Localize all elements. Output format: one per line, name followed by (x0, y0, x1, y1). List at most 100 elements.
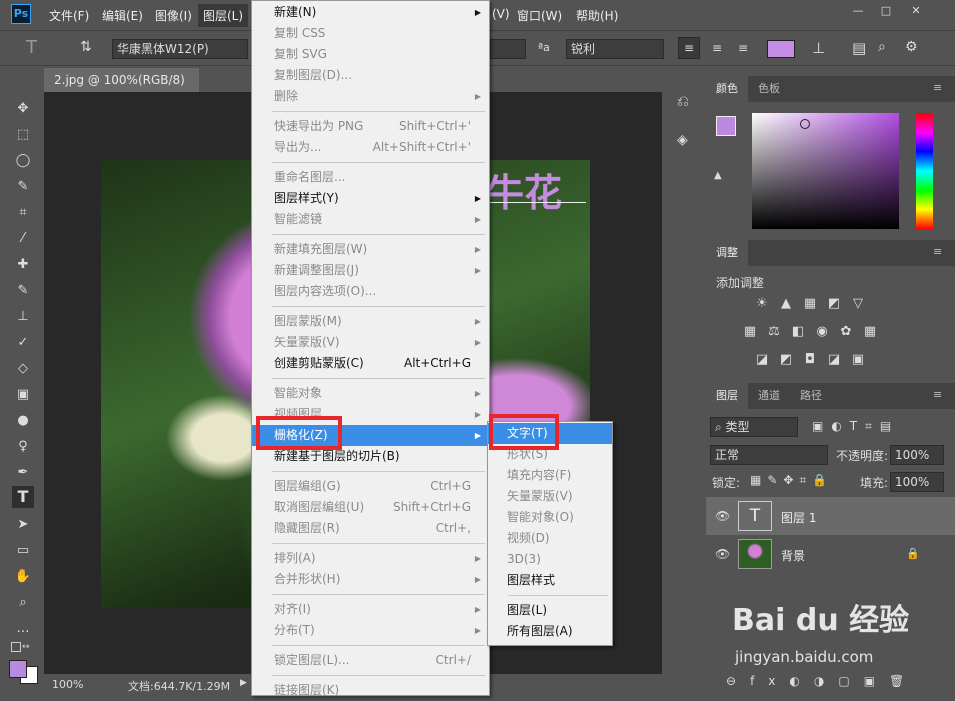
layers-footer-icon[interactable]: ◐ (789, 674, 813, 688)
blur-tool-icon[interactable]: ● (12, 410, 34, 432)
layer-name[interactable]: 背景 (781, 547, 805, 564)
menu-item[interactable]: 图层内容选项(O)... (252, 281, 489, 302)
color-fg-swatch[interactable] (716, 116, 736, 136)
submenu-item[interactable]: 视频(D) (488, 528, 612, 549)
pen-tool-icon[interactable]: ✒ (12, 462, 34, 484)
menu-item[interactable]: 创建剪贴蒙版(C) Alt+Ctrl+G (252, 353, 489, 374)
submenu-item[interactable]: 所有图层(A) (488, 621, 612, 642)
menu-item[interactable]: 复制图层(D)... (252, 65, 489, 86)
crop-tool-icon[interactable]: ⌗ (12, 202, 34, 224)
adjustment-icon[interactable]: ▲ (778, 296, 794, 312)
font-family-select[interactable]: 华康黑体W12(P) (112, 39, 248, 59)
menu-item[interactable]: 删除 ▶ (252, 86, 489, 107)
layers-footer-icon[interactable]: ▣ (864, 674, 889, 688)
history-panel-icon[interactable]: ⎌ (677, 92, 689, 110)
layer-row-text[interactable]: 👁 T 图层 1 (706, 497, 955, 535)
adjustment-icon[interactable]: ▦ (862, 324, 878, 340)
align-right-icon[interactable]: ≡ (732, 37, 754, 59)
orientation-toggle-icon[interactable]: ⇅ (80, 39, 92, 55)
gradient-tool-icon[interactable]: ▣ (12, 384, 34, 406)
visibility-eye-icon[interactable]: 👁 (715, 547, 730, 561)
type-tool-icon[interactable]: T (26, 37, 37, 58)
menu-help[interactable]: 帮助(H) (576, 7, 618, 24)
adjustment-icon[interactable]: ◧ (790, 324, 806, 340)
layer-filter-icons[interactable]: ▣◐T⌗▤ (812, 419, 899, 434)
tab-layers[interactable]: 图层 (706, 383, 748, 409)
adjustment-icon[interactable]: ◩ (826, 296, 842, 312)
menu-item[interactable]: 分布(T) ▶ (252, 620, 489, 641)
opacity-input[interactable]: 100% (890, 445, 944, 465)
menu-image[interactable]: 图像(I) (155, 7, 192, 24)
3d-panel-icon[interactable]: ◈ (677, 132, 688, 148)
menu-item[interactable]: 链接图层(K) (252, 680, 489, 701)
adjustment-icon[interactable]: ◉ (814, 324, 830, 340)
rectangle-tool-icon[interactable]: ▭ (12, 540, 34, 562)
history-brush-icon[interactable]: ✓ (12, 332, 34, 354)
submenu-item[interactable]: 图层(L) (488, 600, 612, 621)
menu-item[interactable]: 对齐(I) ▶ (252, 599, 489, 620)
menu-item[interactable]: 图层蒙版(M) ▶ (252, 311, 489, 332)
tab-adjustments[interactable]: 调整 (706, 240, 748, 266)
font-size-select[interactable] (490, 39, 526, 59)
menu-window[interactable]: 窗口(W) (517, 7, 562, 24)
tab-channels[interactable]: 通道 (748, 383, 790, 409)
adjustment-icon[interactable]: ☀ (754, 296, 770, 312)
warp-text-icon[interactable]: ⊥ (812, 39, 825, 57)
adjustment-icon[interactable]: ⚖ (766, 324, 782, 340)
layers-footer-icon[interactable]: 🗑 (889, 674, 918, 688)
blend-mode-select[interactable]: 正常 (710, 445, 828, 465)
menu-item[interactable]: 快速导出为 PNG Shift+Ctrl+' (252, 116, 489, 137)
menu-item[interactable]: 新建填充图层(W) ▶ (252, 239, 489, 260)
workspace-icon[interactable]: ⚙ (905, 39, 918, 55)
menu-item[interactable]: 导出为... Alt+Shift+Ctrl+' (252, 137, 489, 158)
menu-item[interactable]: 取消图层编组(U) Shift+Ctrl+G (252, 497, 489, 518)
document-tab[interactable]: 2.jpg @ 100%(RGB/8) × (44, 68, 199, 111)
menu-view[interactable]: (V) (492, 7, 510, 21)
adjustment-icon[interactable]: ◩ (778, 352, 794, 368)
align-center-icon[interactable]: ≡ (706, 37, 728, 59)
adjustment-icon[interactable]: ▦ (802, 296, 818, 312)
menu-item[interactable]: 图层编组(G) Ctrl+G (252, 476, 489, 497)
menu-item[interactable]: 智能对象 ▶ (252, 383, 489, 404)
stamp-tool-icon[interactable]: ⊥ (12, 306, 34, 328)
menu-item[interactable]: 新建(N) ▶ (252, 2, 489, 23)
layers-footer-icon[interactable]: fx (750, 674, 789, 688)
menu-item[interactable]: 合并形状(H) ▶ (252, 569, 489, 590)
panel-menu-icon[interactable]: ≡ (933, 389, 945, 401)
lock-icons[interactable]: ▦✎✥⌗🔒 (750, 473, 833, 488)
path-select-icon[interactable]: ➤ (12, 514, 34, 536)
character-panel-icon[interactable]: ▤ (852, 39, 866, 57)
menu-item[interactable]: 锁定图层(L)... Ctrl+/ (252, 650, 489, 671)
fill-input[interactable]: 100% (890, 472, 944, 492)
tab-color[interactable]: 颜色 (706, 76, 748, 102)
menu-item[interactable]: 隐藏图层(R) Ctrl+, (252, 518, 489, 539)
adjustment-icon[interactable]: ◘ (802, 352, 818, 368)
submenu-item[interactable]: 矢量蒙版(V) (488, 486, 612, 507)
lasso-tool-icon[interactable]: ◯ (12, 150, 34, 172)
layers-footer-icon[interactable]: ◑ (814, 674, 838, 688)
foreground-color-swatch[interactable] (9, 660, 27, 678)
hue-slider[interactable] (916, 113, 933, 229)
layers-footer-icons[interactable]: ⊖fx◐◑▢▣🗑 (726, 674, 946, 690)
menu-item[interactable]: 图层样式(Y) ▶ (252, 188, 489, 209)
layer-row-background[interactable]: 👁 背景 🔒 (706, 535, 955, 573)
text-color-swatch[interactable] (767, 40, 795, 58)
dodge-tool-icon[interactable]: ♀ (12, 436, 34, 458)
adjustment-icon[interactable]: ✿ (838, 324, 854, 340)
layer-filter-select[interactable]: ⌕ 类型 (710, 417, 798, 437)
search-icon[interactable]: ⌕ (878, 39, 886, 55)
adjustment-icon[interactable]: ▦ (742, 324, 758, 340)
status-arrow-icon[interactable]: ▶ (240, 678, 247, 688)
menu-item[interactable]: 复制 CSS (252, 23, 489, 44)
submenu-item[interactable]: 填充内容(F) (488, 465, 612, 486)
menu-item[interactable]: 排列(A) ▶ (252, 548, 489, 569)
healing-brush-icon[interactable]: ✚ (12, 254, 34, 276)
panel-menu-icon[interactable]: ≡ (933, 82, 945, 94)
menu-item[interactable]: 矢量蒙版(V) ▶ (252, 332, 489, 353)
adjustment-icon[interactable]: ◪ (754, 352, 770, 368)
zoom-level[interactable]: 100% (52, 678, 83, 691)
zoom-tool-icon[interactable]: ⌕ (12, 592, 34, 614)
tab-paths[interactable]: 路径 (790, 383, 832, 409)
menu-item[interactable]: 智能滤镜 ▶ (252, 209, 489, 230)
tab-swatches[interactable]: 色板 (748, 76, 790, 102)
